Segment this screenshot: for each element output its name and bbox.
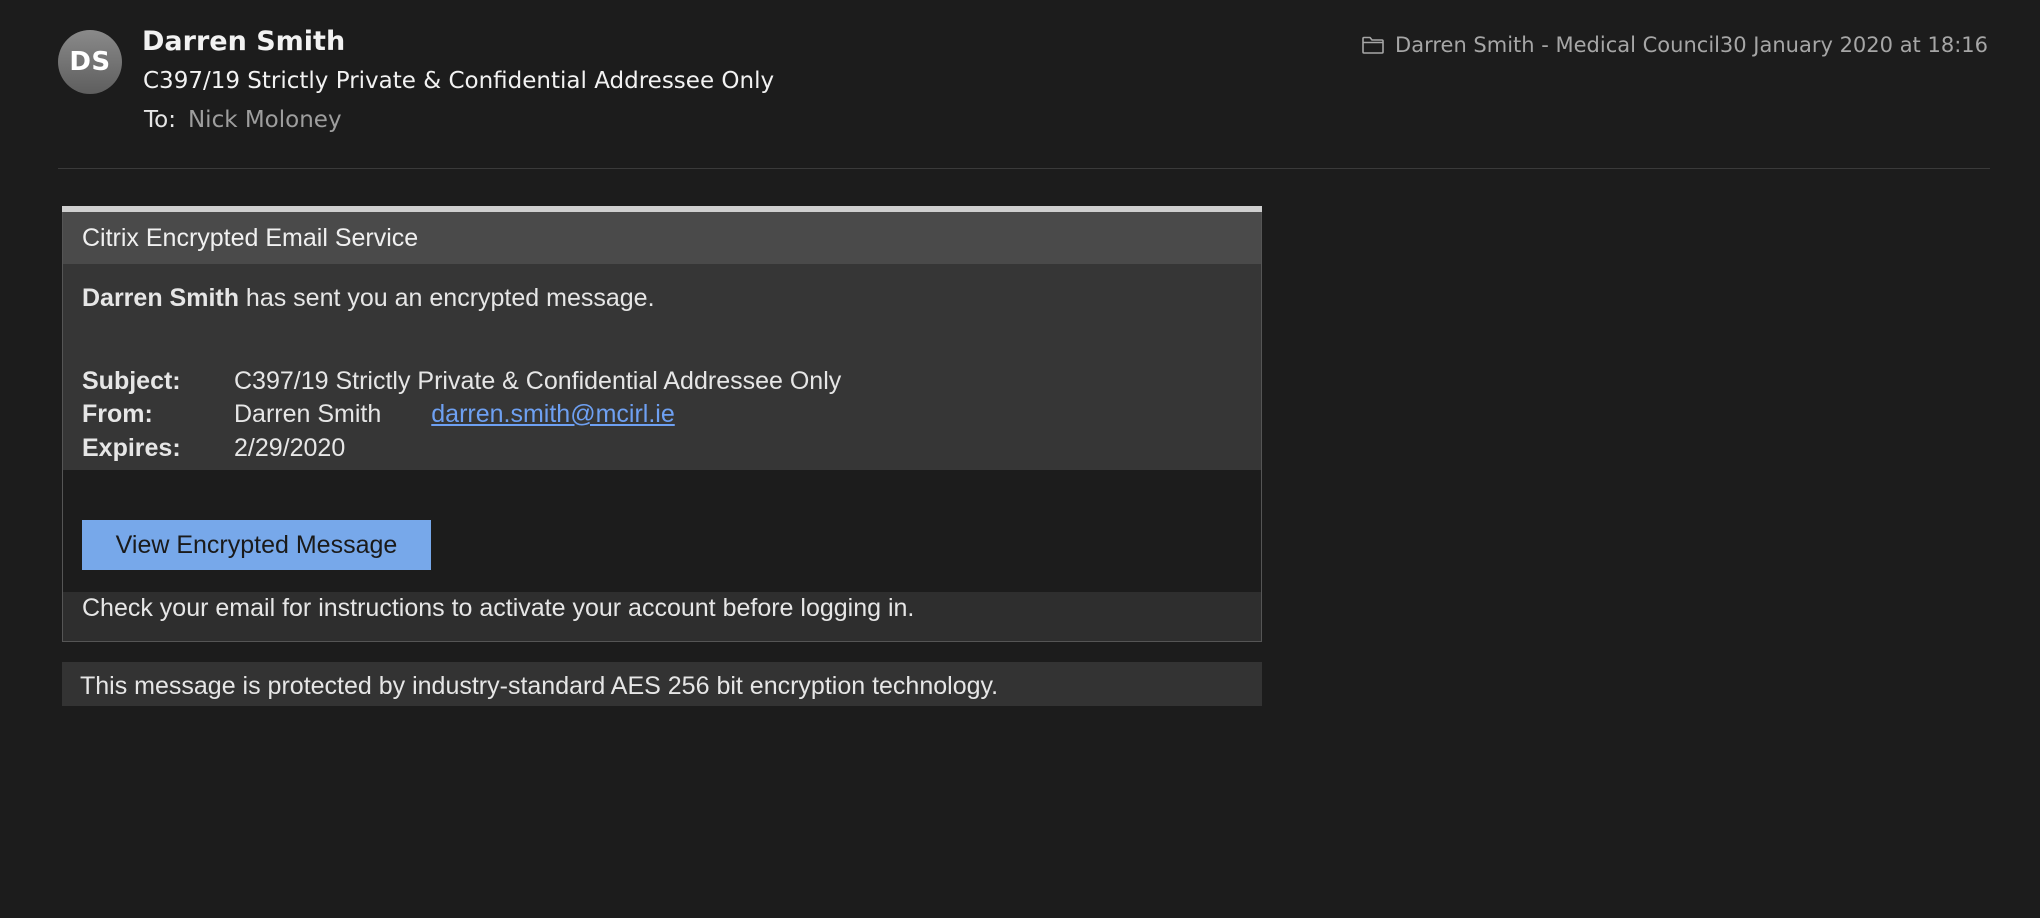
recipient-line: To: Nick Moloney [144,107,342,133]
email-date: 30 January 2020 at 18:16 [1719,33,1988,57]
encryption-notice: This message is protected by industry-st… [62,662,1262,706]
to-label: To: [144,107,176,133]
mailbox-location[interactable]: Darren Smith - Medical Council [1361,33,1720,57]
message-info: Darren Smith has sent you an encrypted m… [63,264,1261,470]
view-encrypted-message-button[interactable]: View Encrypted Message [82,520,431,570]
avatar[interactable]: DS [58,30,122,94]
email-header: DS Darren Smith C397/19 Strictly Private… [0,0,2040,170]
from-label: From: [82,400,153,428]
subject-value: C397/19 Strictly Private & Confidential … [234,367,842,395]
from-email-link[interactable]: darren.smith@mcirl.ie [431,400,674,428]
card-main: Citrix Encrypted Email Service Darren Sm… [62,212,1262,642]
subject-label: Subject: [82,367,181,395]
expires-row: Expires: 2/29/2020 [82,434,345,463]
activation-instructions: Check your email for instructions to act… [63,592,1261,641]
from-name: Darren Smith [234,400,382,428]
sender-name[interactable]: Darren Smith [142,26,345,57]
mailbox-name: Darren Smith - Medical Council [1395,33,1720,57]
expires-value: 2/29/2020 [234,434,346,462]
intro-sender: Darren Smith [82,284,239,312]
encrypted-message-card: Citrix Encrypted Email Service Darren Sm… [62,206,1262,706]
intro-message: has sent you an encrypted message. [238,284,655,312]
header-divider [58,168,1990,169]
action-area: View Encrypted Message [63,470,1261,592]
from-row: From: Darren Smith darren.smith@mcirl.ie [82,400,675,429]
email-subject: C397/19 Strictly Private & Confidential … [143,68,775,94]
subject-row: Subject: C397/19 Strictly Private & Confi… [82,367,841,396]
intro-text: Darren Smith has sent you an encrypted m… [82,284,655,313]
recipient-name[interactable]: Nick Moloney [188,107,342,133]
expires-label: Expires: [82,434,181,462]
service-title: Citrix Encrypted Email Service [63,212,1261,264]
folder-icon [1361,35,1385,55]
